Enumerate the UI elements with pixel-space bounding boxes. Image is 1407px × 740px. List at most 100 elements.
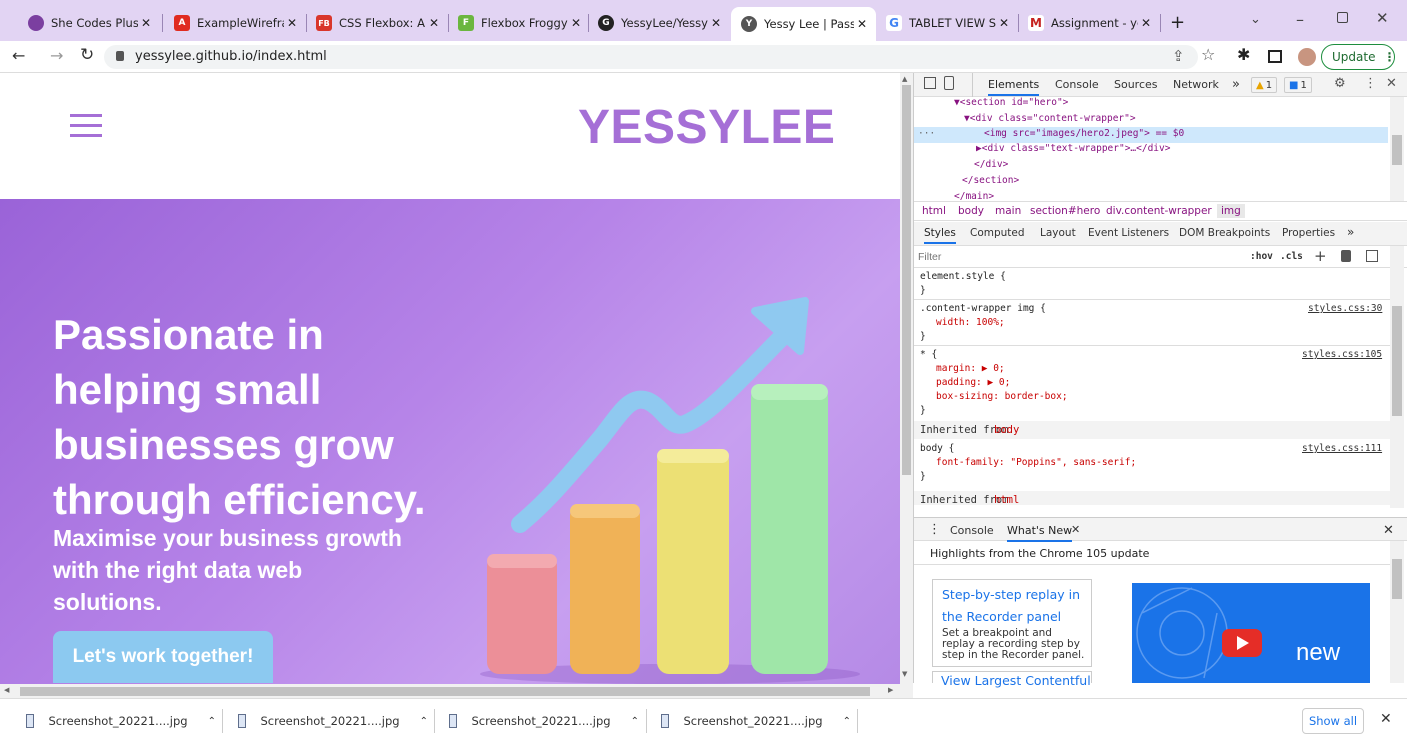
- toggle-sidebar-icon[interactable]: [1366, 250, 1378, 262]
- close-tab-icon[interactable]: ✕: [138, 16, 154, 30]
- close-download-shelf-icon[interactable]: ✕: [1380, 711, 1392, 727]
- reload-icon[interactable]: ↻: [80, 45, 94, 65]
- card-title[interactable]: View Largest Contentful: [941, 673, 1091, 688]
- card-title[interactable]: Step-by-step replay in the Recorder pane…: [942, 584, 1080, 628]
- breadcrumb-item[interactable]: main: [995, 205, 1021, 217]
- rule-declaration[interactable]: width: 100%;: [936, 317, 1005, 328]
- browser-tab-active[interactable]: Y Yessy Lee | Passio ✕: [731, 7, 876, 41]
- rule-declaration[interactable]: font-family: "Poppins", sans-serif;: [936, 457, 1136, 468]
- dom-node[interactable]: </section>: [962, 175, 1019, 186]
- restore-icon[interactable]: [1337, 12, 1348, 23]
- browser-tab[interactable]: FB CSS Flexbox: A si ✕: [306, 8, 448, 38]
- close-tab-icon[interactable]: ✕: [568, 16, 584, 30]
- minimize-icon[interactable]: –: [1296, 10, 1304, 29]
- rule-source-link[interactable]: styles.css:105: [1302, 349, 1382, 360]
- inspect-element-icon[interactable]: [924, 77, 936, 89]
- whats-new-video-thumbnail[interactable]: new: [1132, 583, 1370, 683]
- whats-new-card[interactable]: Step-by-step replay in the Recorder pane…: [932, 579, 1092, 667]
- warnings-badge[interactable]: ▲ 1: [1251, 77, 1278, 93]
- rule-source-link[interactable]: styles.css:111: [1302, 443, 1382, 454]
- tab-search-chevron-icon[interactable]: ⌄: [1250, 12, 1261, 27]
- tab-computed[interactable]: Computed: [970, 227, 1025, 239]
- close-drawer-icon[interactable]: ✕: [1383, 523, 1394, 538]
- breadcrumb-item[interactable]: section#hero: [1030, 205, 1100, 217]
- dom-scrollbar[interactable]: [1390, 97, 1404, 201]
- download-options-chevron-icon[interactable]: ⌃: [208, 716, 216, 727]
- close-tab-icon[interactable]: ✕: [996, 16, 1012, 30]
- rule-source-link[interactable]: styles.css:30: [1308, 303, 1382, 314]
- element-state-icon[interactable]: [1341, 250, 1351, 262]
- close-devtools-icon[interactable]: ✕: [1386, 76, 1397, 91]
- tab-console[interactable]: Console: [1055, 78, 1099, 91]
- page-horizontal-scrollbar[interactable]: ◀ ▶: [0, 684, 913, 698]
- rule-selector[interactable]: body {: [920, 443, 954, 454]
- rule-declaration[interactable]: margin: ▶ 0;: [936, 363, 1005, 374]
- more-style-tabs-icon[interactable]: »: [1347, 225, 1354, 239]
- scrollbar-thumb[interactable]: [20, 687, 870, 696]
- breadcrumb-item[interactable]: body: [958, 205, 984, 217]
- dom-tree[interactable]: ▼<section id="hero"> ▼<div class="conten…: [914, 97, 1407, 201]
- tab-event-listeners[interactable]: Event Listeners: [1088, 227, 1169, 239]
- omnibox[interactable]: yessylee.github.io/index.html ⇪: [104, 45, 1198, 69]
- styles-filter-input[interactable]: [918, 248, 1238, 266]
- breadcrumb-item-selected[interactable]: img: [1217, 204, 1245, 218]
- drawer-menu-icon[interactable]: ⋮: [928, 522, 941, 537]
- dom-node[interactable]: </div>: [974, 159, 1008, 170]
- download-item[interactable]: Screenshot_20221....jpg ⌃: [238, 709, 428, 733]
- extensions-icon[interactable]: ✱: [1237, 45, 1250, 64]
- site-logo[interactable]: YESSYLEE: [578, 100, 835, 155]
- tab-elements[interactable]: Elements: [988, 78, 1040, 96]
- drawer-tab-whats-new[interactable]: What's New: [1007, 524, 1073, 542]
- cta-button[interactable]: Let's work together!: [53, 631, 273, 683]
- cls-toggle[interactable]: .cls: [1280, 251, 1303, 262]
- download-item[interactable]: Screenshot_20221....jpg ⌃: [661, 709, 851, 733]
- url-text[interactable]: yessylee.github.io/index.html: [135, 49, 327, 64]
- drawer-tab-console[interactable]: Console: [950, 524, 994, 537]
- hov-toggle[interactable]: :hov: [1250, 251, 1273, 262]
- rule-element-style[interactable]: element.style {: [920, 271, 1006, 282]
- browser-tab[interactable]: G TABLET VIEW SPE ✕: [876, 8, 1018, 38]
- back-icon[interactable]: ←: [12, 46, 25, 65]
- close-tab-icon[interactable]: ✕: [426, 16, 442, 30]
- hamburger-menu-icon[interactable]: [70, 112, 102, 140]
- close-tab-icon[interactable]: ✕: [854, 17, 870, 31]
- dom-node-img[interactable]: <img src="images/hero2.jpeg"> == $0: [984, 128, 1184, 139]
- close-tab-icon[interactable]: ✕: [708, 16, 724, 30]
- download-options-chevron-icon[interactable]: ⌃: [843, 716, 851, 727]
- scrollbar-thumb[interactable]: [902, 85, 911, 475]
- devtools-menu-icon[interactable]: ⋮: [1364, 76, 1377, 91]
- more-tabs-icon[interactable]: »: [1232, 77, 1240, 92]
- bookmark-star-icon[interactable]: ☆: [1201, 45, 1215, 64]
- new-tab-icon[interactable]: +: [1170, 12, 1185, 33]
- forward-icon[interactable]: →: [50, 46, 63, 65]
- update-button[interactable]: Update ⋮: [1321, 44, 1395, 70]
- ellipsis-icon[interactable]: ···: [918, 128, 935, 139]
- dom-node[interactable]: ▼<div class="content-wrapper">: [964, 113, 1136, 124]
- play-button-icon[interactable]: [1222, 629, 1262, 657]
- settings-gear-icon[interactable]: ⚙: [1334, 76, 1346, 91]
- styles-scrollbar[interactable]: [1390, 246, 1404, 508]
- new-style-rule-icon[interactable]: +: [1314, 247, 1327, 265]
- close-whats-new-icon[interactable]: ✕: [1071, 523, 1080, 536]
- tab-styles[interactable]: Styles: [924, 227, 956, 244]
- page-vertical-scrollbar[interactable]: ▲ ▼: [900, 73, 913, 684]
- rule-declaration[interactable]: box-sizing: border-box;: [936, 391, 1068, 402]
- close-tab-icon[interactable]: ✕: [1138, 16, 1154, 30]
- download-item[interactable]: Screenshot_20221....jpg ⌃: [449, 709, 639, 733]
- tab-sources[interactable]: Sources: [1114, 78, 1158, 91]
- browser-tab[interactable]: She Codes Plus P ✕: [18, 8, 160, 38]
- browser-tab[interactable]: M Assignment - yes ✕: [1018, 8, 1160, 38]
- browser-tab[interactable]: G YessyLee/YessyLe ✕: [588, 8, 730, 38]
- messages-badge[interactable]: ■ 1: [1284, 77, 1312, 93]
- browser-tab[interactable]: A ExampleWirefram ✕: [164, 8, 306, 38]
- tab-dom-breakpoints[interactable]: DOM Breakpoints: [1179, 227, 1270, 239]
- rule-selector[interactable]: * {: [920, 349, 937, 360]
- tab-properties[interactable]: Properties: [1282, 227, 1335, 239]
- breadcrumb-item[interactable]: html: [922, 205, 946, 217]
- device-toolbar-icon[interactable]: [944, 76, 954, 90]
- dom-node[interactable]: </main>: [954, 191, 994, 201]
- show-all-downloads-button[interactable]: Show all: [1302, 708, 1364, 734]
- breadcrumb-item[interactable]: div.content-wrapper: [1106, 205, 1212, 217]
- avatar[interactable]: [1298, 48, 1316, 66]
- dom-node[interactable]: ▼<section id="hero">: [954, 97, 1068, 108]
